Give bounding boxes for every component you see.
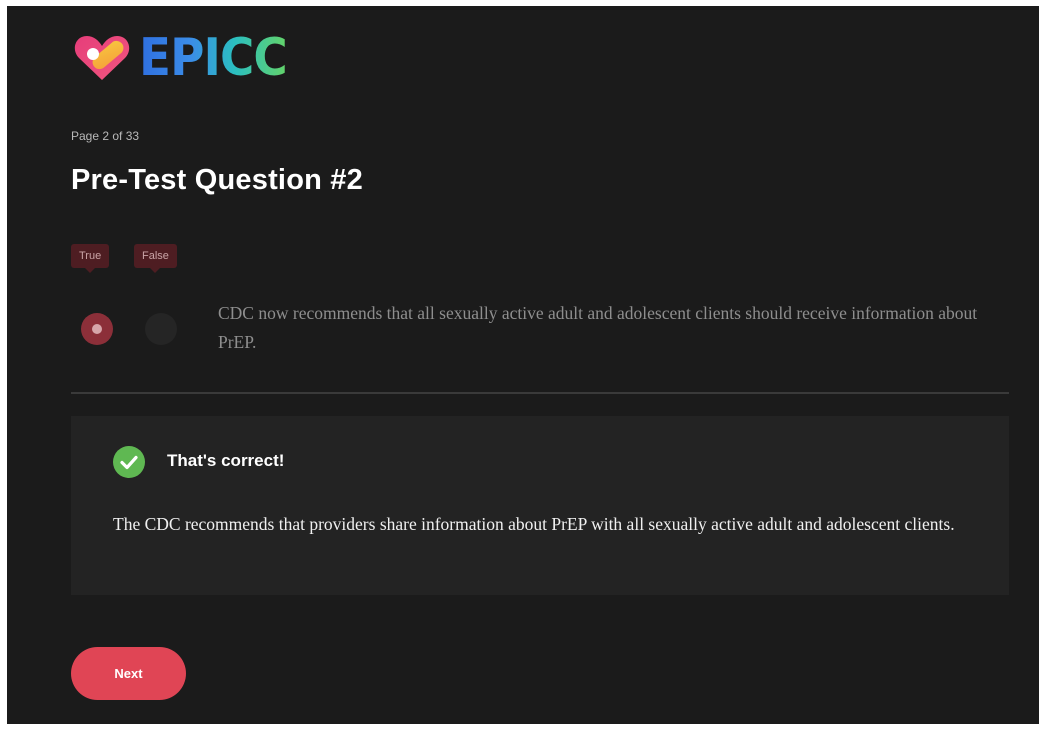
question-statement: CDC now recommends that all sexually act… [218,303,978,352]
brand-logo: EPICC [71,28,303,88]
feedback-title: That's correct! [167,451,285,470]
feedback-text: The CDC recommends that providers share … [113,514,955,534]
option-label-true: True [71,244,110,273]
divider [71,392,1009,394]
page-counter: Page 2 of 33 [71,129,140,143]
page-frame: EPICC Page 2 of 33 Pre-Test Question #2 … [7,6,1039,724]
brand-name: EPICC [139,28,288,88]
page-title: Pre-Test Question #2 [71,164,363,196]
heart-bandage-icon [71,32,133,84]
next-button[interactable]: Next [71,647,186,700]
feedback-panel: That's correct! The CDC recommends that … [71,416,1009,595]
check-circle-icon [113,446,145,478]
radio-true[interactable] [81,313,113,345]
radio-false[interactable] [145,313,177,345]
radio-selected-dot [92,324,102,334]
option-label-false: False [134,244,177,273]
